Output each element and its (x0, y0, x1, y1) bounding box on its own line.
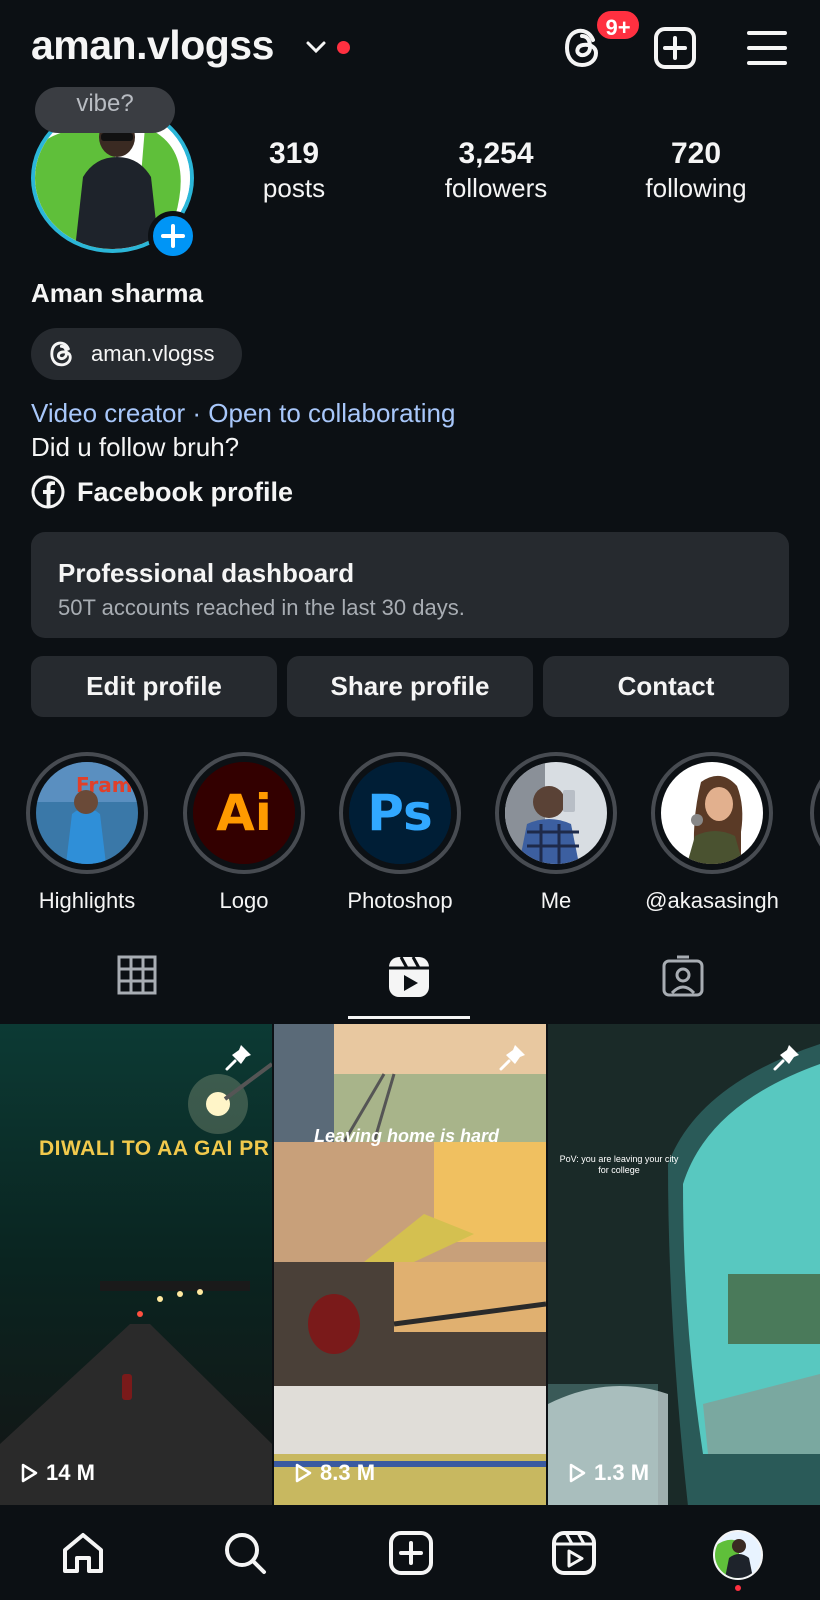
menu-icon[interactable] (747, 30, 787, 66)
facebook-profile-link[interactable]: Facebook profile (31, 475, 293, 509)
highlight-cover (661, 762, 763, 864)
reel-thumbnail (548, 1024, 820, 1506)
reel-view-count: 14 M (18, 1460, 95, 1486)
highlight-ring: Frames (26, 752, 148, 874)
highlight-item-partial[interactable] (810, 752, 820, 874)
highlight-label: @akasasingh (645, 888, 779, 913)
reel-tile[interactable]: Leaving home is hard 8.3 M (274, 1024, 546, 1506)
photoshop-logo-icon: Ps (349, 762, 451, 864)
profile-avatar-wrap: vibe? (31, 87, 198, 261)
reel-view-count-label: 14 M (46, 1460, 95, 1485)
stat-followers[interactable]: 3,254 followers (421, 137, 571, 204)
stat-following[interactable]: 720 following (621, 137, 771, 204)
highlight-ring (495, 752, 617, 874)
play-icon (295, 1463, 312, 1483)
highlight-item[interactable]: Frames Highlights (12, 752, 162, 914)
stat-posts[interactable]: 319 posts (219, 137, 369, 204)
stat-following-value: 720 (670, 137, 722, 170)
highlight-ring: Ps (339, 752, 461, 874)
active-tab-indicator (348, 1016, 470, 1019)
search-icon[interactable] (222, 1530, 268, 1576)
reels-nav-icon[interactable] (551, 1530, 597, 1576)
reel-tile[interactable]: DIWALI TO AA GAI PR 14 M (0, 1024, 272, 1506)
play-icon (569, 1463, 586, 1483)
plus-icon (161, 224, 185, 248)
profile-tab-avatar[interactable] (713, 1530, 763, 1580)
edit-profile-button[interactable]: Edit profile (31, 656, 277, 717)
stat-following-label: following (645, 173, 747, 203)
threads-handle: aman.vlogss (91, 341, 215, 366)
highlight-item[interactable]: Ps Photoshop (325, 752, 475, 914)
reel-tile[interactable]: PoV: you are leaving your city for colle… (548, 1024, 820, 1506)
highlight-cover (505, 762, 607, 864)
facebook-icon (31, 475, 65, 509)
pin-icon (225, 1045, 251, 1071)
create-icon[interactable] (653, 26, 697, 70)
home-icon[interactable] (60, 1530, 106, 1576)
create-post-icon[interactable] (388, 1530, 434, 1576)
svg-text:Ps: Ps (367, 784, 433, 842)
profile-category[interactable]: Video creator · Open to collaborating (31, 398, 455, 429)
notifications-badge: 9+ (594, 8, 642, 42)
reel-view-count: 8.3 M (292, 1460, 375, 1486)
profile-bio: Did u follow bruh? (31, 432, 240, 462)
stat-posts-value: 319 (268, 137, 320, 170)
stat-followers-value: 3,254 (458, 137, 534, 170)
play-icon (21, 1463, 38, 1483)
profile-note-bubble[interactable]: vibe? (35, 87, 175, 133)
reel-thumbnail (274, 1024, 546, 1506)
dashboard-title: Professional dashboard (58, 558, 355, 588)
pin-icon (499, 1045, 525, 1071)
svg-text:Ai: Ai (216, 784, 272, 842)
reel-thumbnail (0, 1024, 272, 1506)
stat-followers-label: followers (444, 173, 548, 203)
contact-button[interactable]: Contact (543, 656, 789, 717)
highlight-ring (651, 752, 773, 874)
reels-icon[interactable] (387, 955, 431, 999)
threads-profile-chip[interactable]: aman.vlogss (31, 328, 242, 380)
profile-screen: aman.vlogss 9+ vibe? 319 posts 3,254 fol… (0, 0, 820, 1600)
reel-view-count-label: 8.3 M (320, 1460, 376, 1485)
reel-view-count-label: 1.3 M (594, 1460, 650, 1485)
highlight-label: Me (540, 888, 572, 913)
highlight-label: Highlights (38, 888, 136, 913)
highlight-ring: Ai (183, 752, 305, 874)
professional-dashboard-card[interactable]: Professional dashboard 50T accounts reac… (31, 532, 789, 638)
grid-icon[interactable] (117, 955, 157, 995)
stat-posts-label: posts (262, 173, 326, 203)
pin-icon (773, 1045, 799, 1071)
threads-icon (50, 341, 72, 367)
chevron-down-icon[interactable] (305, 40, 327, 56)
highlight-item[interactable]: Ai Logo (169, 752, 319, 914)
profile-tab-indicator-dot (735, 1585, 741, 1591)
highlight-label: Photoshop (347, 888, 453, 913)
account-switcher-username[interactable]: aman.vlogss (31, 22, 274, 69)
add-story-button[interactable] (148, 211, 198, 261)
facebook-profile-label: Facebook profile (77, 476, 294, 507)
dashboard-subtitle: 50T accounts reached in the last 30 days… (58, 595, 465, 620)
reel-caption: PoV: you are leaving your city for colle… (559, 1154, 679, 1175)
highlight-label: Logo (219, 888, 269, 913)
notification-dot (337, 41, 350, 54)
profile-full-name: Aman sharma (31, 278, 203, 308)
reel-caption: DIWALI TO AA GAI PR (39, 1137, 270, 1160)
tagged-icon[interactable] (662, 955, 704, 997)
highlight-cover: Ps (349, 762, 451, 864)
illustrator-logo-icon: Ai (193, 762, 295, 864)
reel-caption: Leaving home is hard (314, 1126, 500, 1146)
top-bar: aman.vlogss 9+ (0, 0, 820, 96)
highlight-item[interactable]: @akasasingh (637, 752, 787, 914)
highlight-cover: Ai (193, 762, 295, 864)
highlight-item[interactable]: Me (481, 752, 631, 914)
reel-view-count: 1.3 M (566, 1460, 649, 1486)
share-profile-button[interactable]: Share profile (287, 656, 533, 717)
highlight-cover: Frames (36, 762, 138, 864)
